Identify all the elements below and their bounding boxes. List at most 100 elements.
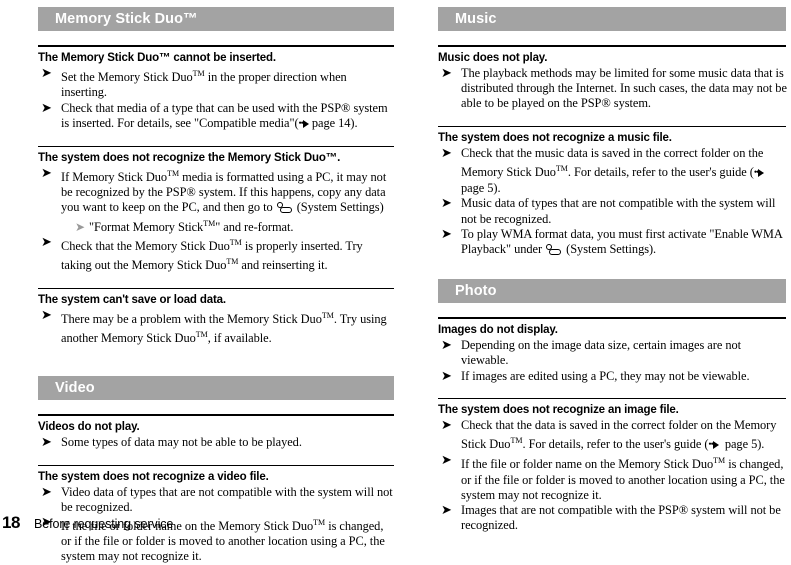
footer-title: Before requesting service — [34, 517, 174, 531]
arrow-icon: ➤ — [441, 417, 452, 433]
solution-item: ➤ There may be a problem with the Memory… — [38, 308, 395, 347]
section-band-music: Music — [438, 7, 786, 31]
solution-text: Check that media of a type that can be u… — [61, 101, 395, 132]
page-footer: 18 Before requesting service — [0, 513, 791, 535]
question-heading: Images do not display. — [438, 324, 558, 337]
arrow-icon: ➤ — [441, 226, 452, 242]
arrow-icon: ➤ — [441, 368, 452, 384]
arrow-icon: ➤ — [441, 145, 452, 161]
entry-rule — [38, 145, 394, 147]
tm-mark: TM — [203, 218, 216, 228]
manual-page: Memory Stick Duo™ The Memory Stick Duo™ … — [0, 0, 791, 563]
arrow-icon: ➤ — [41, 484, 52, 500]
question-heading: Videos do not play. — [38, 421, 140, 434]
tm-mark: TM — [555, 163, 568, 173]
solution-text: Check that the music data is saved in th… — [461, 145, 768, 196]
arrow-icon: ➤ — [41, 100, 52, 116]
solution-item: ➤ If Memory Stick DuoTM media is formatt… — [38, 166, 395, 235]
question-heading: The system does not recognize a video fi… — [38, 470, 269, 483]
left-column: Memory Stick Duo™ The Memory Stick Duo™ … — [0, 0, 395, 563]
solution-text: Video data of types that are not compati… — [61, 484, 393, 514]
system-settings-icon — [546, 243, 562, 255]
question-heading: The system does not recognize the Memory… — [38, 151, 341, 164]
section-band-video: Video — [38, 376, 394, 401]
tm-mark: TM — [229, 238, 242, 247]
solution-text: If the file or folder name on the Memory… — [461, 456, 785, 502]
page-number: 18 — [2, 513, 20, 532]
solution-text: Music data of types that are not compati… — [461, 196, 776, 226]
solution-text: If Memory Stick DuoTM media is formatted… — [61, 168, 387, 234]
solution-item: ➤ Check that the music data is saved in … — [438, 146, 790, 197]
arrow-icon: ➤ — [441, 338, 452, 354]
solution-text: Set the Memory Stick DuoTM in the proper… — [61, 69, 347, 100]
sub-arrow-icon: ➤ — [75, 219, 86, 234]
question-heading: Music does not play. — [438, 52, 548, 64]
solution-text: There may be a problem with the Memory S… — [61, 310, 387, 346]
solution-item: ➤ The playback methods may be limited fo… — [438, 66, 790, 112]
tm-mark: TM — [226, 257, 239, 267]
solution-item: ➤ Music data of types that are not compa… — [438, 196, 790, 226]
solution-text: Depending on the image data size, certai… — [461, 338, 742, 368]
solution-item: ➤ Check that media of a type that can be… — [38, 101, 395, 132]
tm-mark: TM — [167, 168, 180, 178]
two-column-body: Memory Stick Duo™ The Memory Stick Duo™ … — [0, 0, 791, 563]
solution-text: If images are edited using a PC, they ma… — [461, 368, 750, 383]
tm-mark: TM — [321, 310, 334, 320]
solution-text: Some types of data may not be able to be… — [61, 435, 302, 450]
solution-item: ➤ If images are edited using a PC, they … — [438, 369, 790, 384]
tm-mark: TM — [192, 69, 205, 78]
solution-text: Check that the Memory Stick DuoTM is pro… — [61, 238, 363, 273]
question-heading: The Memory Stick Duo™ cannot be inserted… — [38, 52, 276, 64]
arrow-icon: ➤ — [41, 235, 52, 250]
solution-text: The playback methods may be limited for … — [461, 66, 787, 111]
solution-item: ➤ Check that the Memory Stick DuoTM is p… — [38, 235, 395, 274]
question-heading: The system does not recognize an image f… — [438, 403, 679, 416]
right-column: Music Music does not play. ➤ The playbac… — [395, 0, 790, 532]
page-reference-icon: •• — [754, 165, 765, 181]
arrow-icon: ➤ — [441, 66, 452, 81]
solution-item: ➤ To play WMA format data, you must firs… — [438, 227, 790, 257]
section-band-photo: Photo — [438, 279, 786, 304]
entry-rule — [38, 464, 394, 466]
section-rule — [438, 317, 786, 320]
section-rule — [38, 414, 394, 417]
system-settings-icon — [276, 202, 293, 214]
arrow-icon: ➤ — [41, 66, 52, 81]
arrow-icon: ➤ — [41, 307, 52, 323]
question-heading: The system can't save or load data. — [38, 293, 226, 306]
question-heading: The system does not recognize a music fi… — [438, 131, 672, 144]
entry-rule — [38, 287, 394, 289]
section-rule — [438, 45, 786, 47]
solution-item: ➤ Set the Memory Stick DuoTM in the prop… — [38, 66, 395, 101]
tm-mark: TM — [510, 435, 523, 445]
solution-item: ➤ Some types of data may not be able to … — [38, 435, 395, 450]
solution-text: Check that the data is saved in the corr… — [461, 418, 790, 454]
section-rule — [38, 45, 394, 47]
arrow-icon: ➤ — [41, 165, 52, 181]
page-reference-icon: •• — [708, 437, 719, 453]
entry-rule — [438, 397, 786, 399]
entry-rule — [438, 125, 786, 127]
solution-item: ➤ If the file or folder name on the Memo… — [438, 453, 790, 503]
tm-mark: TM — [195, 329, 208, 339]
solution-text: To play WMA format data, you must first … — [461, 226, 783, 256]
arrow-icon: ➤ — [441, 196, 452, 212]
arrow-icon: ➤ — [41, 435, 52, 451]
solution-item: ➤ Check that the data is saved in the co… — [438, 418, 790, 454]
tm-mark: TM — [713, 456, 726, 466]
arrow-icon: ➤ — [441, 453, 452, 469]
section-band-memory-stick-duo: Memory Stick Duo™ — [38, 7, 394, 31]
